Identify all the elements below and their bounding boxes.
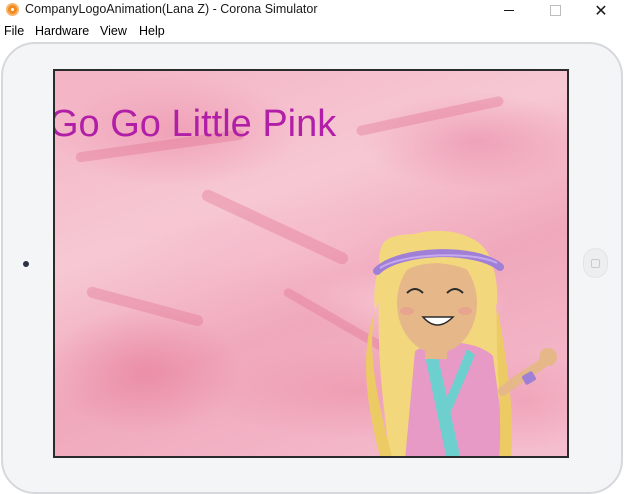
menu-bar: File Hardware View Help <box>0 21 626 40</box>
close-button[interactable]: ✕ <box>578 0 624 21</box>
maximize-icon <box>549 5 561 16</box>
window-title: CompanyLogoAnimation(Lana Z) - Corona Si… <box>25 2 318 16</box>
camera-dot-icon <box>23 261 29 267</box>
menu-view[interactable]: View <box>100 24 127 38</box>
menu-help[interactable]: Help <box>139 24 165 38</box>
corona-app-icon <box>6 3 19 16</box>
minimize-button[interactable] <box>486 0 532 21</box>
simulator-screen[interactable]: Go Go Little Pink <box>53 69 569 458</box>
minimize-icon <box>504 10 514 11</box>
menu-hardware[interactable]: Hardware <box>35 24 89 38</box>
home-button[interactable] <box>583 248 608 278</box>
close-icon: ✕ <box>594 2 608 20</box>
window-title-bar[interactable]: CompanyLogoAnimation(Lana Z) - Corona Si… <box>0 0 626 21</box>
menu-file[interactable]: File <box>4 24 24 38</box>
girl-character-illustration <box>366 230 557 456</box>
home-button-icon <box>591 258 600 268</box>
maximize-button[interactable] <box>532 0 578 21</box>
